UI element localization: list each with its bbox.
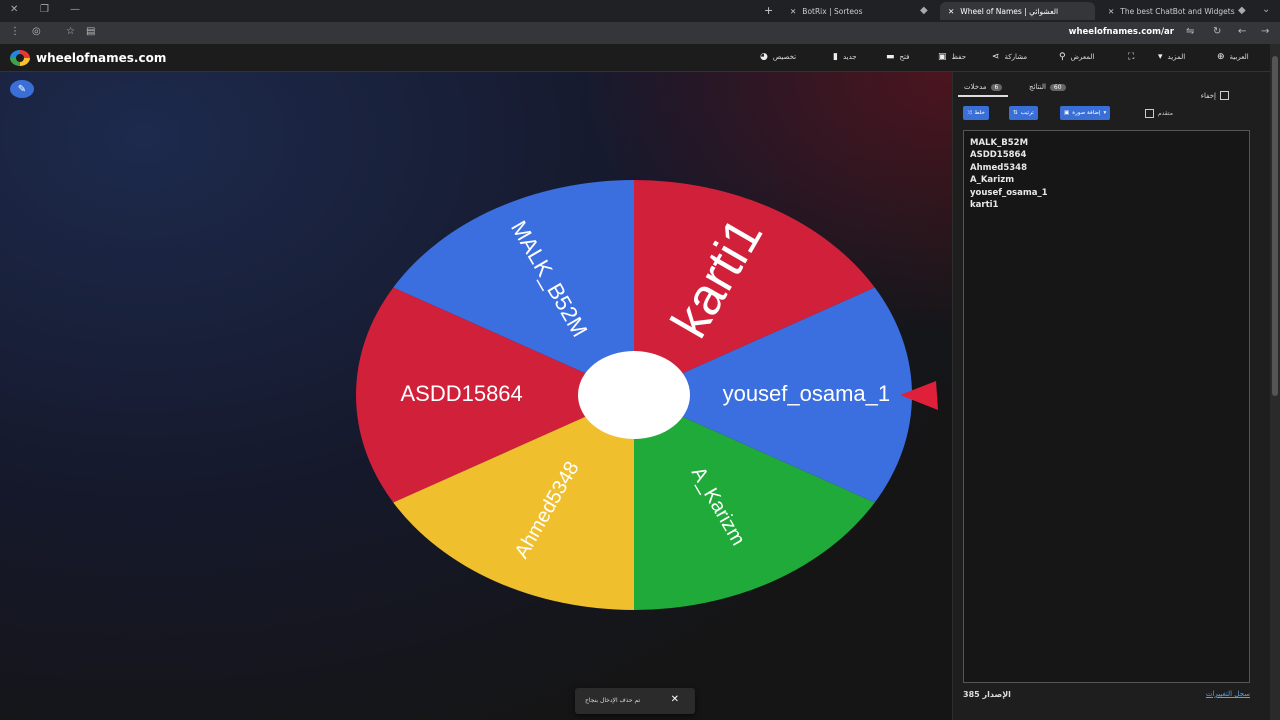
entry-line: Ahmed5348 [970,162,1027,173]
tab-entries[interactable]: مدخلات 6 [957,83,1009,97]
caret-down-icon: ▾ [1158,52,1163,62]
entries-panel: مدخلات 6 النتائج 60 إخفاء ⤨ خلط ⇅ ترتيب … [952,72,1270,720]
tab-title: Wheel of Names | العشوائي [960,6,1059,16]
search-icon: ⚲ [1059,52,1066,62]
entries-count-badge: 6 [990,83,1003,91]
tune-icon[interactable]: ⇋ [1186,26,1194,37]
back-icon[interactable]: → [1261,26,1269,37]
add-image-button[interactable]: ▣ إضافة صورة ▾ [1060,106,1111,120]
menu-gallery[interactable]: ⚲ المعرض [1059,52,1094,62]
button-label: إضافة صورة [1072,110,1101,116]
tab-title: The best ChatBot and Widgets [1120,6,1235,16]
menu-more[interactable]: ▾ المزيد [1158,52,1185,62]
image-icon: ▣ [1064,110,1070,116]
tab-label: مدخلات [964,83,987,91]
close-tab-icon[interactable]: ✕ [1108,7,1114,16]
menu-customize[interactable]: ◕ تخصيص [760,52,796,62]
sort-button[interactable]: ⇅ ترتيب [1009,106,1038,120]
menu-label: فتح [899,53,910,61]
hide-checkbox[interactable]: إخفاء [1201,91,1229,100]
entries-textarea[interactable]: MALK_B52M ASDD15864 Ahmed5348 A_Karizm youse… [963,130,1250,683]
menu-label: حفظ [951,53,967,61]
page-scrollbar[interactable] [1270,44,1280,720]
tab-favicon-icon: ◆ [920,5,928,16]
button-label: خلط [974,110,985,116]
fullscreen-icon: ⛶ [1128,52,1135,62]
version-label: الإصدار 385 [963,690,1011,699]
advanced-label: متقدم [1158,110,1173,117]
tab-title: BotRix | Sorteos [802,6,863,16]
browser-tab-active[interactable]: ✕ Wheel of Names | العشوائي [940,2,1095,20]
tab-results[interactable]: النتائج 60 [1029,83,1066,91]
browser-tab-bar: ✕ ❐ — + ✕ BotRix | Sorteos ◆ ✕ Wheel of … [0,0,1280,22]
checkbox-icon[interactable] [1145,109,1154,118]
menu-open[interactable]: ▬ فتح [886,52,910,62]
globe-icon: ⊕ [1217,52,1225,62]
edit-pencil-button[interactable]: ✎ [10,80,34,98]
changelog-link[interactable]: سجل التغييرات [1206,690,1250,698]
bookmark-star-icon[interactable]: ☆ [66,26,75,37]
browser-address-bar: ⋮ ◎ ▤ ☆ wheelofnames.com/ar ⇋ ↻ ← → [0,22,1280,44]
entry-line: MALK_B52M [970,138,1029,148]
save-icon: ▣ [938,52,947,62]
menu-new[interactable]: ▮ جديد [833,52,857,62]
checkbox-icon[interactable] [1220,91,1229,100]
scrollbar-thumb[interactable] [1272,56,1278,396]
tab-label: النتائج [1029,83,1046,91]
menu-label: مشاركة [1004,53,1028,61]
browser-tab[interactable]: ✕ The best ChatBot and Widgets [1100,2,1235,20]
pencil-icon: ✎ [17,83,27,95]
restore-window-icon[interactable]: ❐ [40,4,49,15]
site-logo[interactable]: wheelofnames.com [10,50,166,66]
url-field[interactable]: wheelofnames.com/ar [1069,27,1174,37]
logo-text: wheelofnames.com [36,51,167,65]
logo-icon [10,50,30,66]
close-tab-icon[interactable]: ✕ [948,7,954,16]
browser-tab[interactable]: ✕ BotRix | Sorteos [782,2,912,20]
close-window-icon[interactable]: ✕ [10,4,18,15]
share-icon: ⋖ [992,52,1000,62]
close-tab-icon[interactable]: ✕ [790,7,796,16]
menu-label: المزيد [1167,53,1186,61]
folder-icon: ▬ [886,52,895,62]
shuffle-icon: ⤨ [967,109,972,116]
minimize-window-icon[interactable]: — [70,4,80,15]
app-header: wheelofnames.com ◕ تخصيص ▮ جديد ▬ فتح ▣ … [0,44,1270,72]
wheel[interactable]: karti1MALK_B52MASDD15864Ahmed5348 A_Kariz… [0,72,952,720]
menu-label: المعرض [1070,53,1095,61]
wheel-segment-label: yousef_osama_1 [723,381,891,406]
menu-dots-icon[interactable]: ⋮ [10,26,20,37]
menu-fullscreen[interactable]: ⛶ [1128,52,1134,62]
site-info-icon[interactable]: ◎ [32,26,41,37]
new-tab-button[interactable]: + [764,4,773,17]
menu-label: العربية [1229,53,1249,61]
menu-share[interactable]: ⋖ مشاركة [992,52,1027,62]
wheel-stage: ✎ karti1 MALK_B52M ASDD15864 Ahmed5348 A_Kar… [0,72,952,720]
sort-icon: ⇅ [1013,110,1018,116]
file-icon: ▮ [833,52,838,62]
forward-icon[interactable]: ← [1238,26,1246,37]
tab-search-icon[interactable]: ⌄ [1262,4,1270,15]
shuffle-button[interactable]: ⤨ خلط [963,106,989,120]
entry-line: karti1 [970,200,999,211]
button-label: ترتيب [1020,110,1034,116]
results-count-badge: 60 [1049,83,1066,91]
reload-icon[interactable]: ↻ [1213,26,1221,37]
menu-label: تخصيص [772,53,797,61]
entry-line: ASDD15864 [970,150,1027,161]
menu-language[interactable]: ⊕ العربية [1217,52,1249,62]
entry-line: A_Karizm [970,175,1015,186]
menu-save[interactable]: ▣ حفظ [938,52,966,62]
wheel-segment-label: ASDD15864 [400,381,522,406]
chevron-down-icon: ▾ [1103,110,1107,116]
hide-label: إخفاء [1200,91,1216,100]
panel-tabs: مدخلات 6 النتائج 60 إخفاء [953,80,1271,100]
menu-label: جديد [842,53,857,61]
entry-line: yousef_osama_1 [970,187,1048,198]
advanced-checkbox[interactable]: متقدم [1145,109,1173,118]
wheel-center-hub[interactable] [578,351,690,439]
tab-favicon-icon: ◆ [1238,5,1246,16]
reader-icon[interactable]: ▤ [86,26,95,37]
palette-icon: ◕ [760,52,768,62]
